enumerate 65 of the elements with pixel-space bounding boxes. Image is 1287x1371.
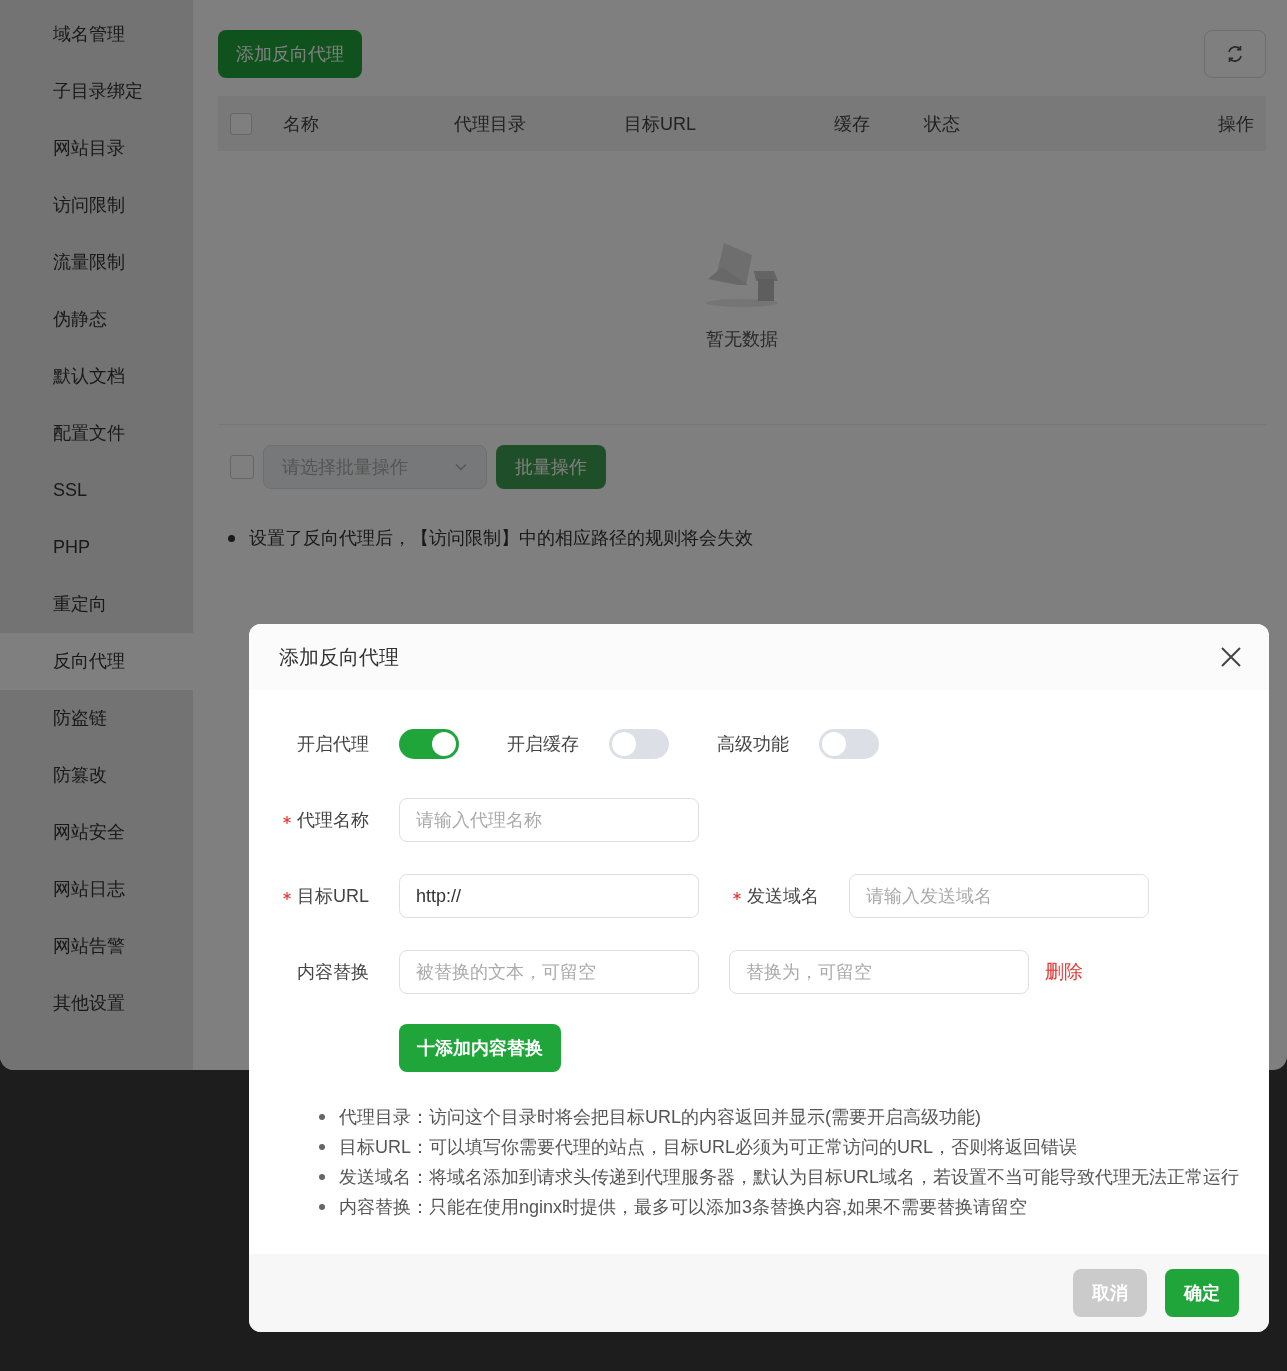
column-header: 操作	[1217, 112, 1255, 136]
sidebar-item[interactable]: 访问限制	[0, 177, 193, 234]
bullet-icon	[319, 1174, 325, 1180]
column-header: 缓存	[834, 112, 871, 136]
column-header: 目标URL	[624, 112, 697, 136]
empty-text: 暂无数据	[706, 327, 778, 351]
input-field[interactable]: 请输入代理名称	[399, 798, 699, 842]
checkbox[interactable]	[230, 455, 254, 479]
required-asterisk-icon	[283, 816, 291, 824]
bullet-icon	[319, 1144, 325, 1150]
note-text: 发送域名：将域名添加到请求头传递到代理服务器，默认为目标URL域名，若设置不当可能导致代理无法正常运行	[339, 1166, 1239, 1189]
sidebar-item[interactable]: 防篡改	[0, 747, 193, 804]
refresh-icon	[1225, 44, 1245, 64]
sidebar-item[interactable]: 重定向	[0, 576, 193, 633]
dialog-title: 添加反向代理	[279, 644, 399, 670]
required-asterisk-icon	[283, 892, 291, 900]
input-field[interactable]: http://	[399, 874, 699, 918]
input-field[interactable]: 请输入发送域名	[849, 874, 1149, 918]
field-label: 代理名称	[283, 808, 369, 832]
sidebar-item[interactable]: 网站目录	[0, 120, 193, 177]
delete-link[interactable]: 删除	[1045, 959, 1083, 985]
column-header: 代理目录	[454, 112, 527, 136]
field-label: 发送域名	[733, 884, 819, 908]
sidebar-item[interactable]: 网站安全	[0, 804, 193, 861]
bullet-icon	[319, 1114, 325, 1120]
sidebar-item[interactable]: 其他设置	[0, 975, 193, 1032]
bullet-icon	[228, 534, 235, 542]
sidebar-item[interactable]: 防盗链	[0, 690, 193, 747]
toggle-switch[interactable]	[819, 729, 879, 759]
note-text: 代理目录：访问这个目录时将会把目标URL的内容返回并显示(需要开启高级功能)	[339, 1106, 981, 1129]
input-field[interactable]: 被替换的文本，可留空	[399, 950, 699, 994]
switch-label: 开启缓存	[507, 733, 579, 756]
sidebar-item[interactable]: 网站告警	[0, 918, 193, 975]
sidebar-item[interactable]: 配置文件	[0, 405, 193, 462]
checkbox[interactable]	[230, 112, 252, 135]
note-text: 设置了反向代理后，【访问限制】中的相应路径的规则将会失效	[249, 527, 753, 550]
sidebar-item[interactable]: PHP	[0, 519, 193, 576]
toggle-switch[interactable]	[609, 729, 669, 759]
input-field[interactable]: 替换为，可留空	[729, 950, 1029, 994]
column-header: 状态	[924, 112, 961, 136]
note-text: 目标URL：可以填写你需要代理的站点，目标URL必须为可正常访问的URL，否则将返回错误	[339, 1136, 1078, 1159]
dialog-button[interactable]: 确定	[1165, 1269, 1239, 1317]
add-replace-button[interactable]: 十添加内容替换	[399, 1024, 561, 1072]
close-button[interactable]	[1221, 647, 1241, 667]
sidebar-item[interactable]: 流量限制	[0, 234, 193, 291]
add-proxy-button[interactable]: 添加反向代理	[218, 30, 362, 78]
sidebar-item[interactable]: 伪静态	[0, 291, 193, 348]
batch-button[interactable]: 批量操作	[496, 445, 606, 489]
switch-label: 高级功能	[717, 733, 789, 756]
column-header: 名称	[283, 112, 320, 136]
note-text: 内容替换：只能在使用nginx时提供，最多可以添加3条替换内容,如果不需要替换请留空	[339, 1196, 1028, 1219]
sidebar-item[interactable]: 网站日志	[0, 861, 193, 918]
close-icon	[1221, 647, 1241, 667]
sidebar-item[interactable]: 域名管理	[0, 6, 193, 63]
sidebar-item[interactable]: 子目录绑定	[0, 63, 193, 120]
sidebar-item[interactable]: SSL	[0, 462, 193, 519]
field-label: 目标URL	[283, 884, 369, 908]
switch-label: 开启代理	[296, 733, 370, 756]
bullet-icon	[319, 1204, 325, 1210]
field-label: 内容替换	[297, 961, 369, 984]
sidebar-item[interactable]: 默认文档	[0, 348, 193, 405]
toggle-switch[interactable]	[399, 729, 459, 759]
refresh-button[interactable]	[1204, 30, 1266, 78]
sidebar-item[interactable]: 反向代理	[0, 633, 193, 690]
required-asterisk-icon	[733, 892, 741, 900]
